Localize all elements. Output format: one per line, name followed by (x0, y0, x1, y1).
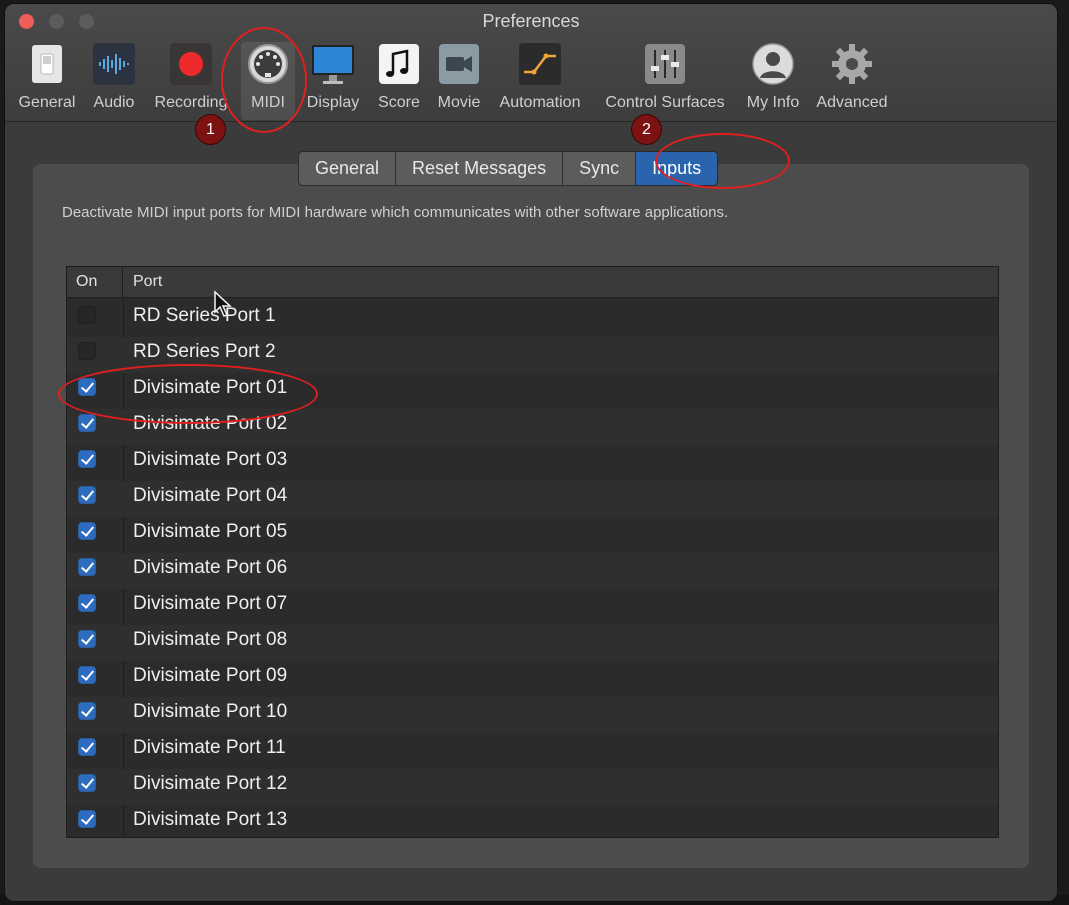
port-enabled-checkbox[interactable] (78, 774, 96, 792)
port-enabled-checkbox[interactable] (78, 522, 96, 540)
table-row[interactable]: RD Series Port 1 (67, 301, 998, 337)
toolbar-item-recording[interactable]: Recording (155, 42, 227, 120)
table-row[interactable]: Divisimate Port 05 (67, 517, 998, 553)
toolbar-item-automation[interactable]: Automation (500, 42, 580, 120)
port-enabled-checkbox[interactable] (78, 558, 96, 576)
annotation-ellipse-midi (221, 27, 307, 133)
faders-icon (645, 44, 685, 84)
toolbar-item-control-surfaces[interactable]: Control Surfaces (605, 42, 725, 120)
port-enabled-checkbox[interactable] (78, 630, 96, 648)
waveform-icon (93, 43, 135, 85)
table-row[interactable]: Divisimate Port 04 (67, 481, 998, 517)
port-name: Divisimate Port 03 (133, 449, 288, 470)
port-name: Divisimate Port 09 (133, 665, 288, 686)
port-enabled-checkbox[interactable] (78, 702, 96, 720)
table-row[interactable]: Divisimate Port 07 (67, 589, 998, 625)
tab-general[interactable]: General (299, 152, 397, 185)
port-enabled-checkbox[interactable] (78, 666, 96, 684)
column-header-on[interactable]: On (67, 267, 123, 297)
toolbar-label-automation: Automation (499, 94, 581, 111)
annotation-ellipse-port-01 (58, 364, 318, 424)
table-row[interactable]: Divisimate Port 11 (67, 733, 998, 769)
table-row[interactable]: Divisimate Port 12 (67, 769, 998, 805)
port-name: RD Series Port 1 (133, 305, 276, 326)
port-enabled-checkbox[interactable] (78, 414, 96, 432)
port-name: Divisimate Port 13 (133, 809, 288, 830)
automation-curve-icon (519, 43, 561, 85)
monitor-icon (312, 45, 354, 84)
port-name: Divisimate Port 06 (133, 557, 288, 578)
tab-reset-messages[interactable]: Reset Messages (396, 152, 564, 185)
video-camera-icon (439, 44, 479, 84)
toolbar-label-control-surfaces: Control Surfaces (605, 94, 725, 111)
toolbar-label-advanced: Advanced (816, 94, 888, 111)
mouse-pointer-icon (214, 290, 232, 317)
annotation-marker-1: 1 (196, 115, 225, 144)
port-enabled-checkbox[interactable] (78, 594, 96, 612)
window-title: Preferences (482, 11, 580, 31)
port-name: Divisimate Port 08 (133, 629, 288, 650)
port-name: Divisimate Port 11 (133, 737, 286, 758)
port-name: Divisimate Port 05 (133, 521, 288, 542)
table-header: On Port (67, 267, 998, 298)
annotation-ellipse-inputs (655, 133, 790, 189)
port-enabled-checkbox[interactable] (78, 738, 96, 756)
table-row[interactable]: Divisimate Port 10 (67, 697, 998, 733)
toolbar-item-general[interactable]: General (19, 42, 75, 120)
table-row[interactable]: Divisimate Port 03 (67, 445, 998, 481)
toolbar-item-display[interactable]: Display (307, 42, 359, 120)
table-row[interactable]: Divisimate Port 13 (67, 805, 998, 837)
ports-table: On Port RD Series Port 1 RD Series Port 2… (66, 266, 999, 838)
port-name: Divisimate Port 04 (133, 485, 288, 506)
annotation-marker-2: 2 (632, 115, 661, 144)
port-name: Divisimate Port 07 (133, 593, 288, 614)
port-name: Divisimate Port 10 (133, 701, 288, 722)
gear-icon (832, 44, 872, 84)
preferences-window: Preferences General Audio Recording MIDI… (5, 4, 1057, 901)
light-switch-icon (32, 45, 62, 83)
port-enabled-checkbox[interactable] (78, 306, 96, 324)
table-row[interactable]: Divisimate Port 08 (67, 625, 998, 661)
tab-sync[interactable]: Sync (563, 152, 637, 185)
port-name: Divisimate Port 12 (133, 773, 288, 794)
toolbar-item-advanced[interactable]: Advanced (816, 42, 888, 120)
user-silhouette-icon (752, 43, 794, 85)
port-enabled-checkbox[interactable] (78, 810, 96, 828)
port-enabled-checkbox[interactable] (78, 486, 96, 504)
record-icon (170, 43, 212, 85)
music-note-icon (379, 44, 419, 84)
table-row[interactable]: Divisimate Port 09 (67, 661, 998, 697)
title-bar: Preferences General Audio Recording MIDI… (5, 4, 1057, 122)
toolbar-item-movie[interactable]: Movie (436, 42, 482, 120)
port-name: RD Series Port 2 (133, 341, 276, 362)
toolbar-item-audio[interactable]: Audio (91, 42, 137, 120)
toolbar-item-my-info[interactable]: My Info (745, 42, 801, 120)
port-enabled-checkbox[interactable] (78, 450, 96, 468)
inputs-description: Deactivate MIDI input ports for MIDI har… (62, 204, 729, 221)
table-row[interactable]: Divisimate Port 06 (67, 553, 998, 589)
column-header-port[interactable]: Port (133, 267, 162, 297)
port-enabled-checkbox[interactable] (78, 342, 96, 360)
